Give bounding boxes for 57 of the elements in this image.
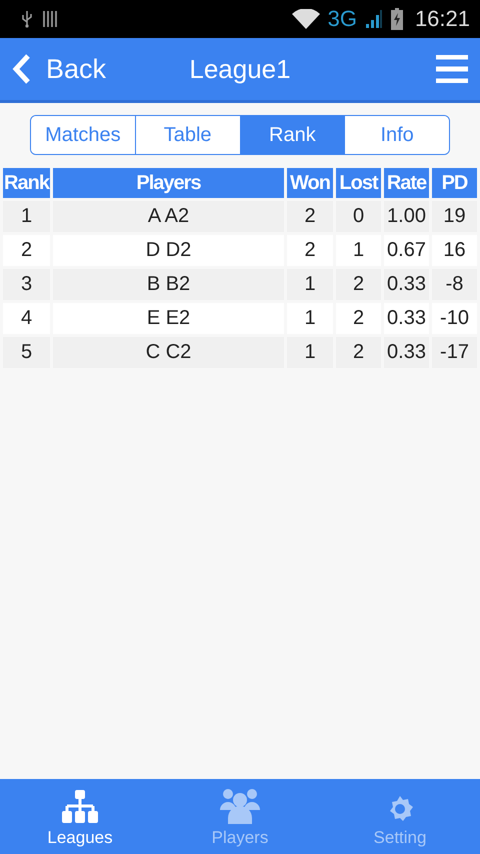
clock-time: 16:21: [414, 6, 470, 32]
table-cell: 1: [3, 201, 50, 232]
column-header: Won: [287, 168, 333, 198]
wifi-icon: [292, 9, 320, 29]
back-button[interactable]: Back: [12, 53, 106, 85]
table-cell: 16: [432, 235, 477, 266]
table-cell: 0.33: [384, 269, 429, 300]
table-cell: 4: [3, 303, 50, 334]
column-header: Rank: [3, 168, 50, 198]
network-type: 3G: [328, 6, 357, 32]
battery-icon: [390, 8, 403, 30]
table-cell: 3: [3, 269, 50, 300]
menu-button[interactable]: [436, 55, 468, 83]
table-cell: 2: [336, 303, 381, 334]
table-cell: 2: [3, 235, 50, 266]
tab[interactable]: Table: [136, 116, 240, 154]
table-cell: 1: [336, 235, 381, 266]
table-cell: -17: [432, 337, 477, 368]
column-header: Rate: [384, 168, 429, 198]
table-cell: 0.67: [384, 235, 429, 266]
table-cell: 2: [336, 337, 381, 368]
table-cell: A A2: [53, 201, 284, 232]
column-header: Lost: [336, 168, 381, 198]
group-icon: [220, 788, 260, 824]
signal-icon: [364, 9, 383, 29]
table-cell: 0.33: [384, 303, 429, 334]
table-cell: 2: [336, 269, 381, 300]
table-cell: 2: [287, 201, 333, 232]
column-header: Players: [53, 168, 284, 198]
nav-tab[interactable]: Leagues: [0, 779, 160, 854]
table-cell: 1: [287, 303, 333, 334]
table-cell: D D2: [53, 235, 284, 266]
table-cell: -10: [432, 303, 477, 334]
usb-icon: [20, 10, 34, 28]
table-cell: 0: [336, 201, 381, 232]
menu-icon: [436, 55, 468, 83]
tab[interactable]: Rank: [240, 116, 346, 154]
column-header: PD: [432, 168, 477, 198]
barcode-icon: [42, 10, 58, 28]
chevron-left-icon: [12, 53, 32, 85]
table-cell: 2: [287, 235, 333, 266]
table-cell: 5: [3, 337, 50, 368]
table-cell: 0.33: [384, 337, 429, 368]
tab[interactable]: Matches: [31, 116, 136, 154]
table-cell: 1: [287, 337, 333, 368]
hierarchy-icon: [61, 790, 99, 824]
table-cell: E E2: [53, 303, 284, 334]
table-cell: 1: [287, 269, 333, 300]
table-cell: -8: [432, 269, 477, 300]
nav-tab[interactable]: Setting: [320, 779, 480, 854]
table-cell: C C2: [53, 337, 284, 368]
table-cell: 1.00: [384, 201, 429, 232]
table-cell: 19: [432, 201, 477, 232]
table-cell: B B2: [53, 269, 284, 300]
screen-title: League1: [189, 54, 291, 84]
nav-tab[interactable]: Players: [160, 779, 320, 854]
tab[interactable]: Info: [345, 116, 449, 154]
